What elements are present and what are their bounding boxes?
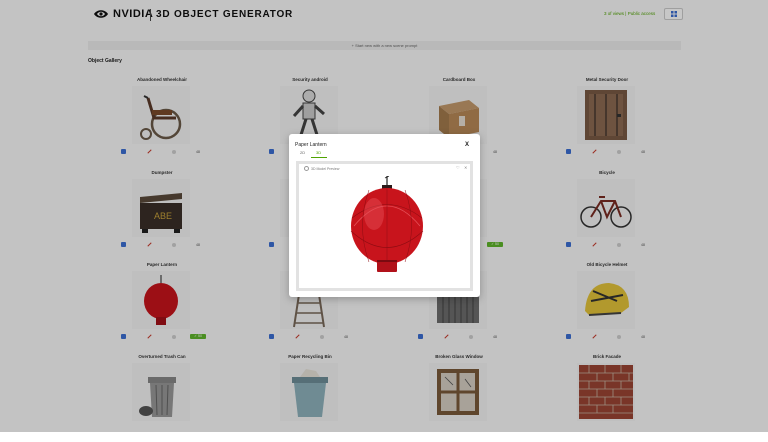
- tab-3d[interactable]: 3D: [316, 150, 321, 155]
- paper-lantern-model[interactable]: [344, 176, 430, 276]
- tab-2d[interactable]: 2D: [300, 150, 305, 155]
- active-tab-indicator: [311, 157, 327, 158]
- view-tabs: 2D 3D: [295, 149, 474, 158]
- viewer-label: 3D Model Preview: [311, 166, 340, 171]
- preview-modal: Paper Lantern X 2D 3D 3D Model Preview ♡…: [289, 134, 480, 297]
- viewer-header: 3D Model Preview: [304, 166, 339, 171]
- model-viewer[interactable]: 3D Model Preview ♡ ✕: [296, 161, 473, 291]
- favorite-icon[interactable]: ♡: [456, 165, 460, 170]
- modal-title: Paper Lantern: [295, 142, 327, 148]
- close-viewer-icon[interactable]: ✕: [464, 165, 467, 170]
- viewer-status-icon: [304, 166, 309, 171]
- close-button[interactable]: X: [465, 142, 469, 148]
